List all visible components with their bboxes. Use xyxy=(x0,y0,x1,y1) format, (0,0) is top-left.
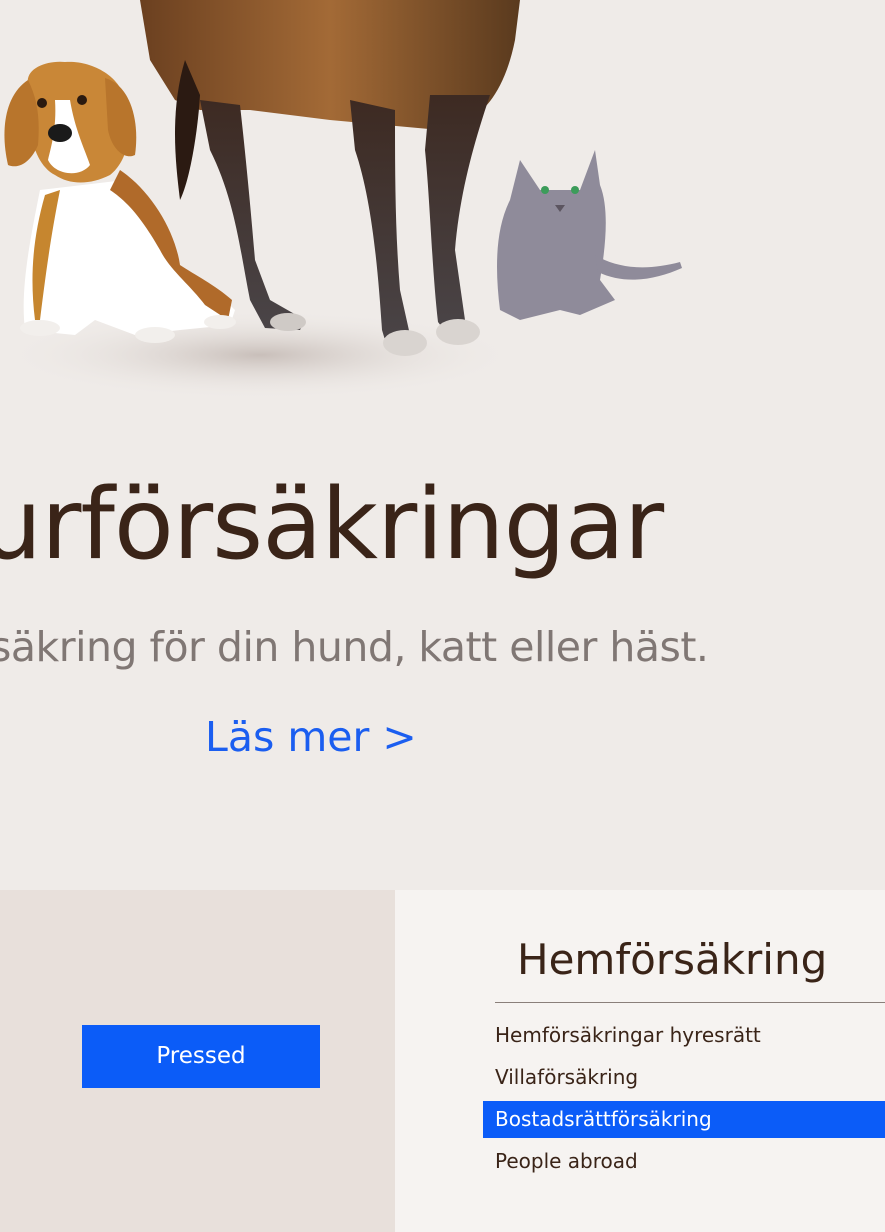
menu-divider xyxy=(495,1002,885,1003)
pets-illustration xyxy=(0,0,682,400)
hero-subtitle: säkring för din hund, katt eller häst. xyxy=(0,623,709,671)
pressed-button[interactable]: Pressed xyxy=(82,1025,320,1088)
menu-item-hemforsakringar-hyresratt[interactable]: Hemförsäkringar hyresrätt xyxy=(483,1017,885,1054)
left-panel: Pressed xyxy=(0,890,395,1232)
read-more-link[interactable]: Läs mer > xyxy=(205,710,417,764)
hero-title: urförsäkringar xyxy=(0,468,664,582)
hero-banner: urförsäkringar säkring för din hund, kat… xyxy=(0,0,885,890)
menu-list: Hemförsäkringar hyresrätt Villaförsäkrin… xyxy=(483,1017,885,1185)
menu-item-people-abroad[interactable]: People abroad xyxy=(483,1143,885,1180)
menu-item-villaforsakring[interactable]: Villaförsäkring xyxy=(483,1059,885,1096)
menu-title: Hemförsäkring xyxy=(517,935,828,984)
cat-illustration xyxy=(497,150,682,320)
menu-item-bostadsrattforsakring[interactable]: Bostadsrättförsäkring xyxy=(483,1101,885,1138)
home-insurance-menu: Hemförsäkring Hemförsäkringar hyresrätt … xyxy=(395,890,885,1232)
